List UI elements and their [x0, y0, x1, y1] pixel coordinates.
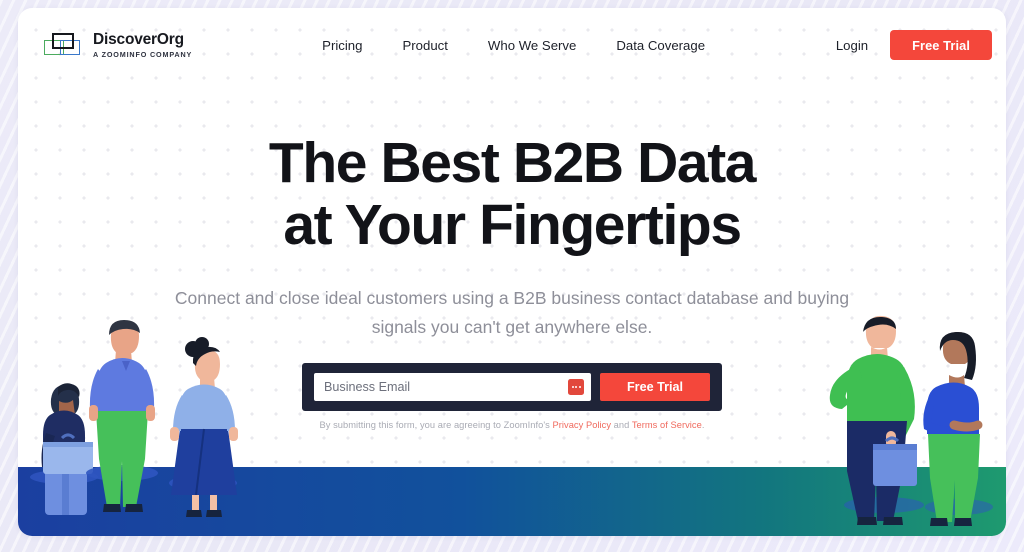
- header-actions: Login Free Trial: [836, 30, 992, 60]
- form-free-trial-submit-button[interactable]: Free Trial: [600, 373, 710, 401]
- headline-line-1: The Best B2B Data: [268, 131, 757, 195]
- brand-tagline: A ZOOMINFO COMPANY: [93, 49, 193, 59]
- autofill-dots-icon[interactable]: [568, 379, 584, 395]
- subhead-line-2: signals you can't get anywhere else.: [371, 316, 653, 337]
- headline-line-2: at Your Fingertips: [283, 193, 742, 258]
- legal-fineprint: By submitting this form, you are agreein…: [302, 420, 722, 430]
- fineprint-middle: and: [611, 420, 632, 430]
- nav-item-pricing[interactable]: Pricing: [322, 38, 362, 53]
- logo-rect-black: [52, 33, 74, 49]
- signup-form: Free Trial By submitting this form, you …: [302, 363, 722, 430]
- terms-of-service-link[interactable]: Terms of Service: [632, 420, 702, 430]
- fineprint-prefix: By submitting this form, you are agreein…: [319, 420, 553, 430]
- login-link[interactable]: Login: [836, 38, 868, 53]
- person-left-3: [169, 337, 238, 517]
- nav-item-data-coverage[interactable]: Data Coverage: [616, 38, 705, 53]
- brand-logo[interactable]: DiscoverOrg A ZOOMINFO COMPANY: [44, 32, 192, 58]
- nav-item-who-we-serve[interactable]: Who We Serve: [488, 38, 576, 53]
- privacy-policy-link[interactable]: Privacy Policy: [552, 420, 611, 430]
- nav-item-product[interactable]: Product: [402, 38, 447, 53]
- free-trial-button[interactable]: Free Trial: [890, 30, 992, 60]
- overlapping-rectangles-logo-icon: [44, 32, 84, 58]
- brand-name: DiscoverOrg: [93, 31, 184, 49]
- fineprint-suffix: .: [701, 420, 705, 430]
- site-header: DiscoverOrg A ZOOMINFO COMPANY Pricing P…: [18, 8, 1006, 82]
- email-field-wrapper: [314, 373, 591, 401]
- form-container: Free Trial: [302, 363, 722, 411]
- page-title: The Best B2B Data at Your Fingertips: [18, 132, 1006, 256]
- main-navigation: Pricing Product Who We Serve Data Covera…: [322, 38, 705, 53]
- business-email-input[interactable]: [314, 373, 568, 401]
- subhead-line-1: Connect and close ideal customers using …: [174, 288, 850, 309]
- landing-page-card: DiscoverOrg A ZOOMINFO COMPANY Pricing P…: [18, 8, 1006, 536]
- hero-subheadline: Connect and close ideal customers using …: [157, 284, 867, 341]
